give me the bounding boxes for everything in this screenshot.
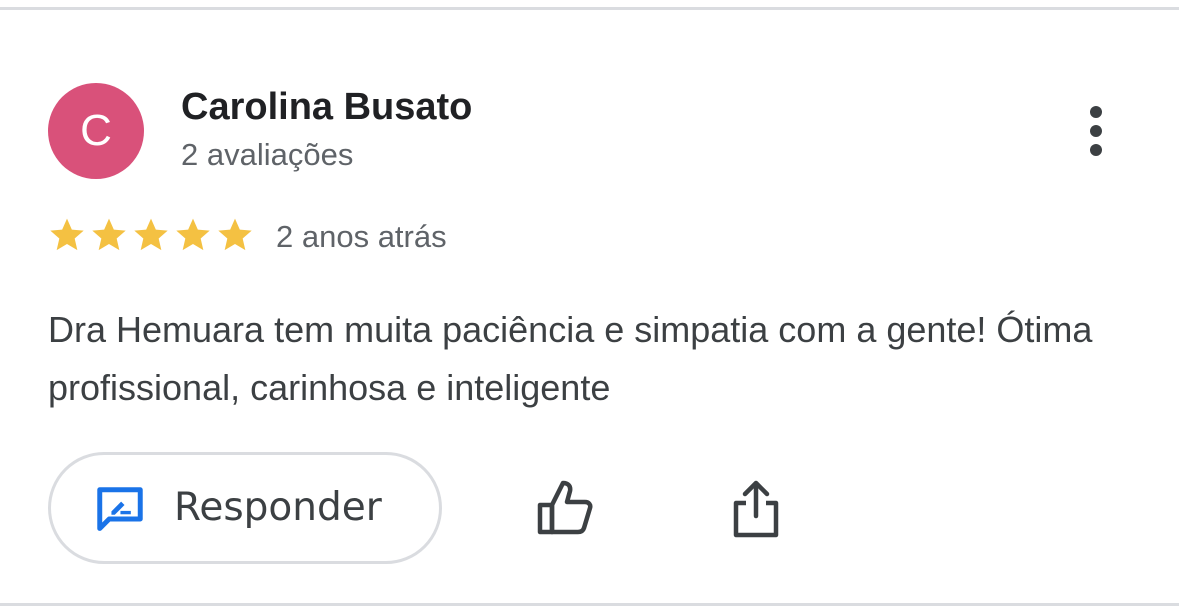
more-vert-icon [1090,106,1102,118]
thumb-up-icon[interactable] [532,476,598,538]
author-name[interactable]: Carolina Busato [181,86,472,129]
avatar[interactable]: C [48,83,144,179]
star-rating [47,215,255,255]
reply-button-label: Responder [174,485,382,530]
rate-review-icon [97,487,143,531]
star-icon [50,218,84,251]
more-options-button[interactable] [1074,100,1118,162]
more-vert-icon-dot [1090,144,1102,156]
star-icon [92,218,126,251]
review-text: Dra Hemuara tem muita paciência e simpat… [48,309,1093,408]
review-date: 2 anos atrás [276,219,447,254]
top-divider [0,7,1179,10]
star-icon [134,218,168,251]
review-card: C Carolina Busato 2 avaliações 2 anos at… [0,0,1179,611]
star-icon [176,218,210,251]
bottom-divider [0,603,1179,606]
share-icon[interactable] [728,478,784,540]
author-review-count: 2 avaliações [181,137,354,172]
reply-button[interactable]: Responder [48,452,442,564]
star-icon [218,218,252,251]
more-vert-icon-dot [1090,125,1102,137]
